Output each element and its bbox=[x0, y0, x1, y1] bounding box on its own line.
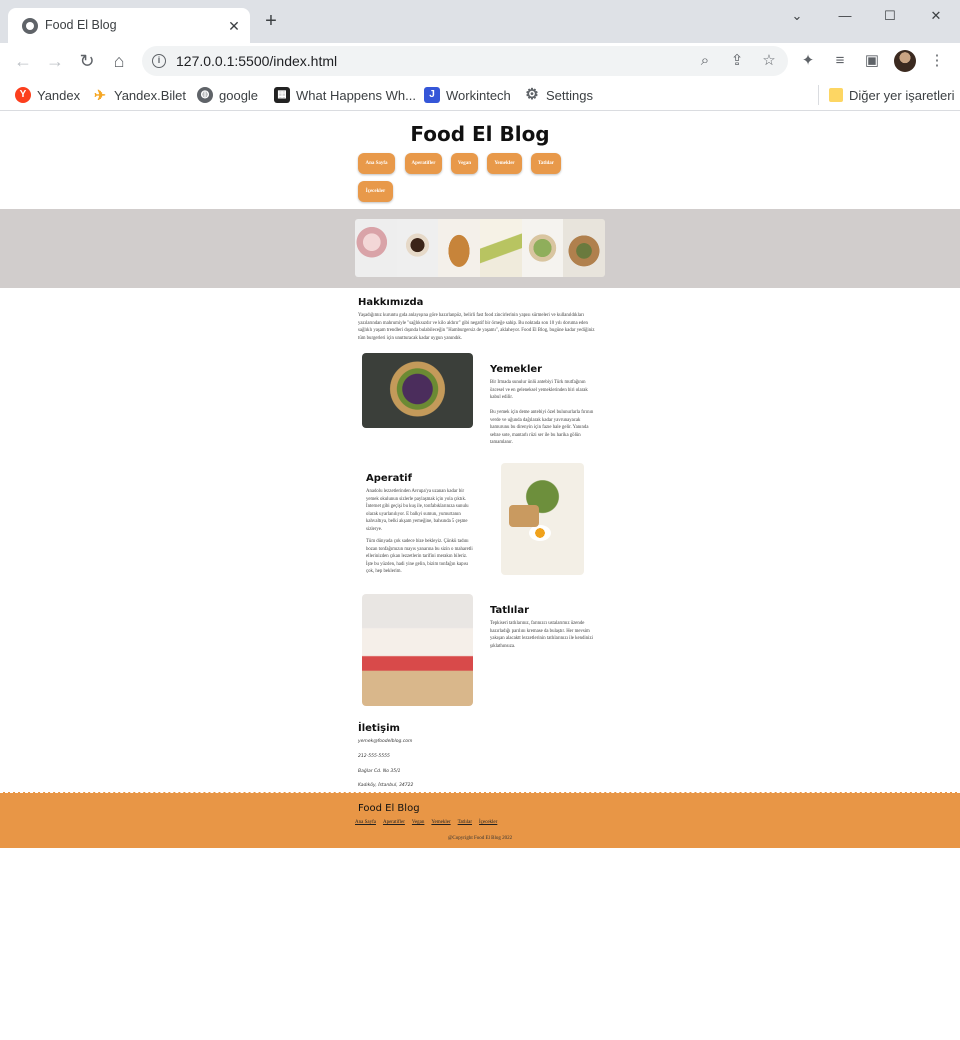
yandex-icon: Y bbox=[15, 87, 31, 103]
nav-icecekler[interactable]: İçecekler bbox=[358, 181, 393, 202]
other-bookmarks-label: Diğer yer işaretleri bbox=[849, 87, 955, 103]
bookmark-label: Workintech bbox=[446, 87, 511, 103]
tatlilar-title: Tatlılar bbox=[490, 605, 530, 616]
bookmark-settings[interactable]: ⚙ Settings bbox=[524, 85, 593, 105]
extensions-icon[interactable]: ✦ bbox=[798, 51, 818, 71]
star-icon[interactable]: ☆ bbox=[760, 52, 778, 70]
footer-link-vegan[interactable]: Vegan bbox=[412, 820, 425, 825]
about-text: Yaşadığımız kuruntu gıda anlayışına göre… bbox=[358, 313, 595, 341]
hero-image bbox=[396, 219, 439, 277]
bookmark-what-happens[interactable]: ▦ What Happens Wh... bbox=[274, 85, 416, 105]
new-tab-button[interactable]: + bbox=[262, 11, 280, 31]
footer-title: Food El Blog bbox=[358, 803, 420, 814]
back-icon[interactable]: ← bbox=[12, 50, 34, 72]
tab-search-icon[interactable]: ⌄ bbox=[786, 6, 808, 26]
tatlilar-paragraph: Tepkiseri tatlılarınız, farınızcı ustala… bbox=[490, 621, 593, 649]
browser-toolbar: ← → ↻ ⌂ i 127.0.0.1:5500/index.html ⌕ ⇪ … bbox=[0, 43, 960, 79]
other-bookmarks[interactable]: Diğer yer işaretleri bbox=[829, 85, 954, 105]
tab-title: Food El Blog bbox=[45, 18, 117, 32]
contact-email[interactable]: yemek@foodelblog.com bbox=[358, 739, 412, 744]
hero-image bbox=[521, 219, 564, 277]
footer-link-tatlilar[interactable]: Tatlılar bbox=[458, 820, 472, 825]
plane-icon: ✈ bbox=[94, 87, 106, 103]
footer-link-ana-sayfa[interactable]: Ana Sayfa bbox=[355, 820, 376, 825]
info-icon[interactable]: i bbox=[152, 54, 166, 68]
yemekler-title: Yemekler bbox=[490, 364, 543, 375]
nav-vegan[interactable]: Vegan bbox=[451, 153, 478, 174]
bookmark-label: What Happens Wh... bbox=[296, 87, 416, 103]
hero-band bbox=[0, 209, 960, 288]
folder-icon bbox=[829, 88, 843, 102]
contact-city: Kadıköy, İstanbul, 34722 bbox=[358, 783, 414, 788]
footer-link-yemekler[interactable]: Yemekler bbox=[431, 820, 450, 825]
media-icon[interactable]: ≡ bbox=[830, 51, 850, 71]
tab-strip: Food El Blog ✕ + ⌄ — ☐ ✕ bbox=[0, 0, 960, 43]
close-icon[interactable]: ✕ bbox=[224, 16, 244, 36]
globe-icon bbox=[22, 18, 38, 34]
forward-icon[interactable]: → bbox=[44, 50, 66, 72]
url-text[interactable]: 127.0.0.1:5500/index.html bbox=[176, 53, 337, 69]
bookmark-yandex-bilet[interactable]: ✈ Yandex.Bilet bbox=[92, 85, 186, 105]
site-footer: Food El Blog Ana Sayfa Aperatifler Vegan… bbox=[0, 792, 960, 848]
home-icon[interactable]: ⌂ bbox=[108, 50, 130, 72]
nav-tatlilar[interactable]: Tatlılar bbox=[531, 153, 561, 174]
zoom-icon[interactable]: ⌕ bbox=[696, 52, 714, 70]
bookmark-workintech[interactable]: J Workintech bbox=[424, 85, 511, 105]
web-page: Food El Blog Ana Sayfa Aperatifler Vegan… bbox=[0, 112, 960, 1040]
close-window-button[interactable]: ✕ bbox=[925, 6, 947, 26]
aperatif-paragraph: Anadolu lezzetlerinden Avrupa'ya uzanan … bbox=[366, 489, 469, 532]
maximize-button[interactable]: ☐ bbox=[879, 6, 901, 26]
bookmark-label: Settings bbox=[546, 87, 593, 103]
bookmarks-separator bbox=[818, 85, 819, 105]
workintech-icon: J bbox=[424, 87, 440, 103]
aperatif-title: Aperatif bbox=[366, 473, 412, 484]
contact-phone: 212-555-5555 bbox=[358, 754, 390, 759]
footer-link-aperatifler[interactable]: Aperatifler bbox=[383, 820, 405, 825]
toast-decoration bbox=[509, 505, 539, 527]
hero-image bbox=[563, 219, 605, 277]
hero-image bbox=[355, 219, 397, 277]
nav-aperatifler[interactable]: Aperatifler bbox=[405, 153, 442, 174]
side-panel-icon[interactable]: ▣ bbox=[862, 51, 882, 71]
bookmark-yandex[interactable]: Y Yandex bbox=[15, 85, 80, 105]
globe-icon: ◍ bbox=[197, 87, 213, 103]
contact-street: Bağlar Cd. No 35/1 bbox=[358, 769, 401, 774]
bookmark-google[interactable]: ◍ google bbox=[197, 85, 258, 105]
bookmark-label: Yandex bbox=[37, 87, 81, 103]
menu-icon[interactable]: ⋮ bbox=[927, 51, 947, 71]
browser-tab[interactable]: Food El Blog ✕ bbox=[8, 8, 250, 43]
address-bar[interactable]: i 127.0.0.1:5500/index.html ⌕ ⇪ ☆ bbox=[142, 46, 788, 76]
minimize-button[interactable]: — bbox=[834, 6, 856, 26]
bookmark-label: Yandex.Bilet bbox=[114, 87, 187, 103]
footer-link-icecekler[interactable]: İçecekler bbox=[479, 820, 497, 825]
tatlilar-photo bbox=[362, 594, 473, 706]
yemekler-photo bbox=[362, 353, 473, 428]
reload-icon[interactable]: ↻ bbox=[76, 50, 98, 72]
share-icon[interactable]: ⇪ bbox=[728, 52, 746, 70]
nav-ana-sayfa[interactable]: Ana Sayfa bbox=[358, 153, 395, 174]
site-title: Food El Blog bbox=[410, 122, 550, 146]
hero-image bbox=[480, 219, 522, 277]
bookmarks-bar: Y Yandex ✈ Yandex.Bilet ◍ google ▦ What … bbox=[0, 79, 960, 111]
aperatif-photo bbox=[501, 463, 584, 575]
nav-yemekler[interactable]: Yemekler bbox=[487, 153, 522, 174]
hero-image bbox=[438, 219, 481, 277]
avatar[interactable] bbox=[894, 50, 916, 72]
grid-logo-icon: ▦ bbox=[274, 87, 290, 103]
yemekler-paragraph: Bir Irmada sunulur ünlü antebiyi Türk mu… bbox=[490, 380, 588, 401]
egg-decoration bbox=[529, 525, 551, 541]
gear-icon: ⚙ bbox=[525, 86, 539, 103]
yemekler-paragraph: Bu yemek için deme antebiyi özel bulunur… bbox=[490, 410, 594, 446]
copyright-text: @Copyright Food El Blog 2022 bbox=[447, 836, 513, 841]
bookmark-label: google bbox=[219, 87, 259, 103]
hero-image-strip bbox=[355, 219, 605, 277]
footer-nav: Ana Sayfa Aperatifler Vegan Yemekler Tat… bbox=[355, 820, 497, 825]
contact-title: İletişim bbox=[358, 723, 400, 734]
about-title: Hakkımızda bbox=[358, 297, 424, 308]
aperatif-paragraph: Tüm dünyada çok sadece bize bekleyiz. Çü… bbox=[366, 539, 473, 575]
